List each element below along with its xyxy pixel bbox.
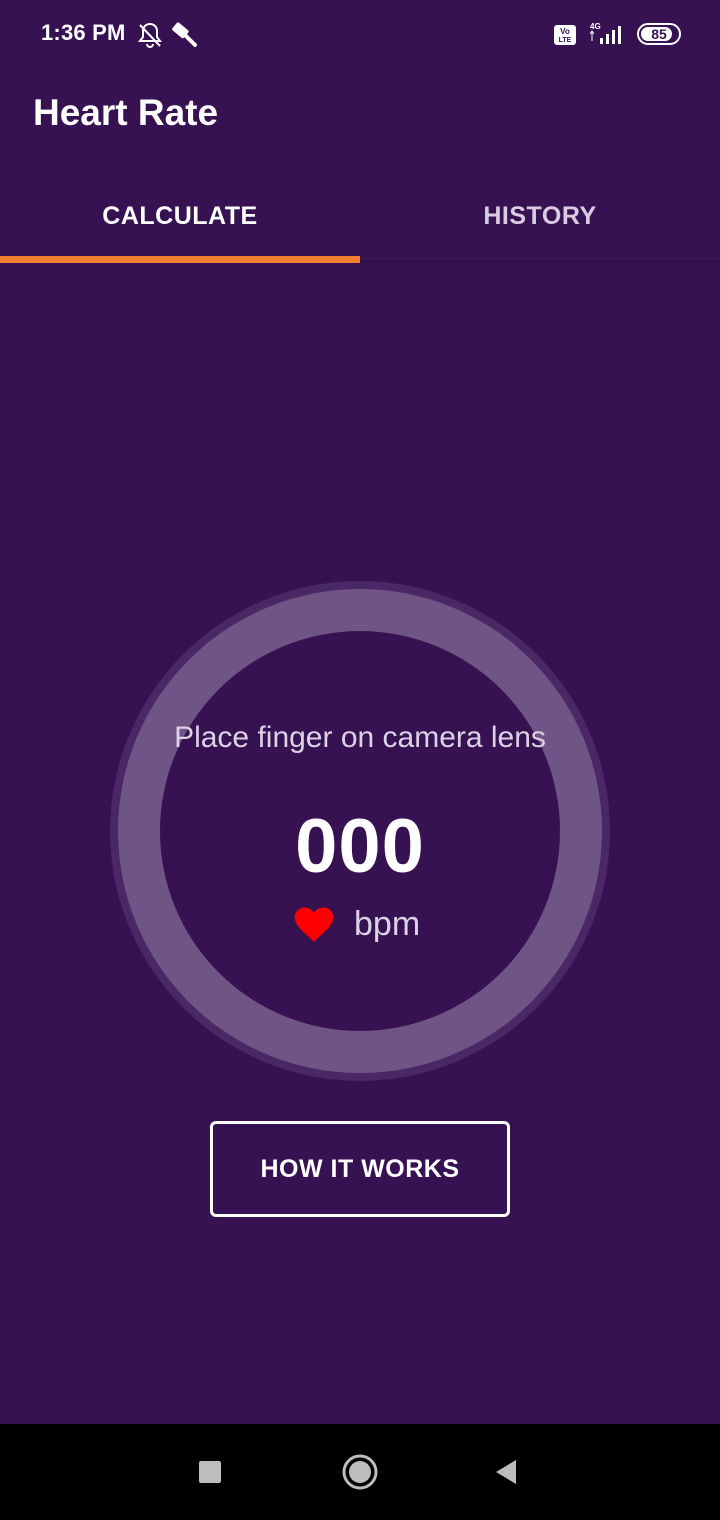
battery-icon: 85 [637, 23, 681, 45]
tab-calculate[interactable]: CALCULATE [0, 170, 360, 263]
battery-level: 85 [651, 26, 667, 42]
volte-icon: Vo LTE [554, 25, 576, 45]
hammer-icon [172, 22, 197, 47]
tab-divider [360, 260, 720, 263]
how-it-works-button[interactable]: HOW IT WORKS [210, 1121, 510, 1217]
home-circle-icon[interactable] [341, 1453, 379, 1491]
svg-text:Vo: Vo [560, 27, 570, 36]
gauge-prompt: Place finger on camera lens [174, 721, 546, 754]
tab-bar: CALCULATE HISTORY [0, 170, 720, 263]
heart-icon [294, 907, 334, 942]
svg-text:LTE: LTE [559, 37, 572, 44]
signal-4g-icon: 4G [589, 22, 621, 44]
back-triangle-icon[interactable] [494, 1459, 518, 1485]
navigation-bar [0, 1424, 720, 1520]
heart-rate-value: 000 [295, 804, 425, 889]
tab-history[interactable]: HISTORY [360, 170, 720, 263]
tab-indicator [0, 256, 360, 263]
recents-square-icon[interactable] [198, 1460, 222, 1484]
status-bar: 1:36 PM Vo LTE 4G 85 [0, 0, 720, 70]
heart-rate-gauge: Place finger on camera lens 000 bpm [110, 581, 610, 1081]
app-title: Heart Rate [33, 92, 219, 133]
svg-text:4G: 4G [590, 22, 601, 31]
heart-rate-unit: bpm [354, 905, 421, 943]
bell-off-icon [138, 22, 162, 49]
status-time: 1:36 PM [41, 20, 126, 45]
